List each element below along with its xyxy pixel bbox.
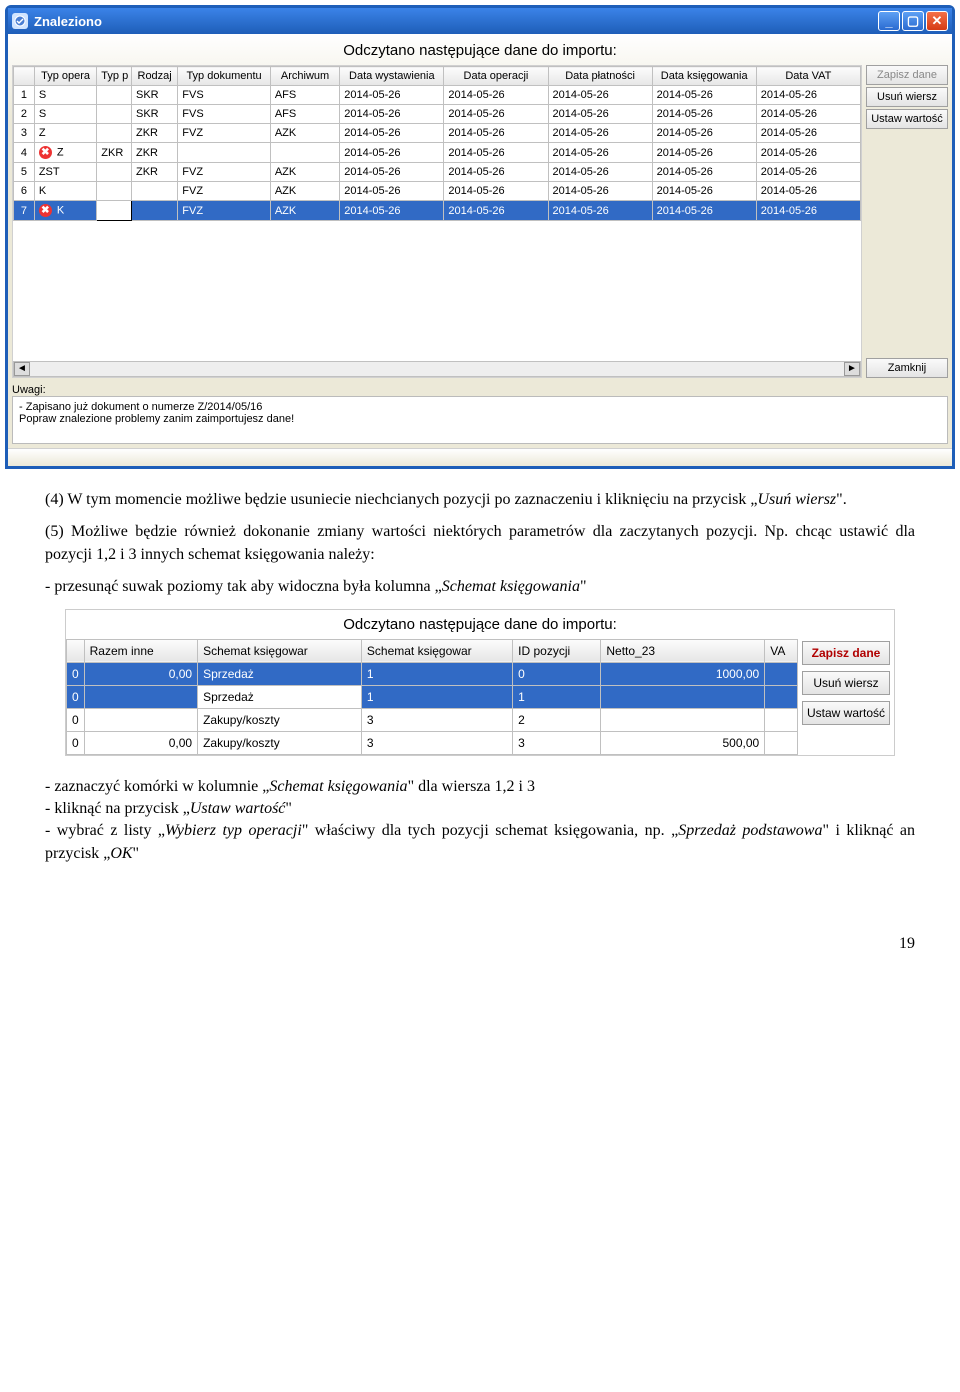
table-row[interactable]: 4✖ ZZKRZKR2014-05-262014-05-262014-05-26…	[14, 143, 861, 163]
save-data-button[interactable]: Zapisz dane	[802, 641, 890, 665]
import-grid[interactable]: Typ operaTyp pRodzajTyp dokumentuArchiwu…	[13, 66, 861, 221]
column-header[interactable]: Data księgowania	[652, 67, 756, 86]
document-text: (4) W tym momencie możliwe będzie usunie…	[5, 469, 955, 599]
column-header[interactable]: Data wystawienia	[340, 67, 444, 86]
column-header[interactable]: Razem inne	[84, 639, 197, 662]
column-header[interactable]: Schemat księgowar	[361, 639, 512, 662]
close-button[interactable]: ✕	[926, 11, 948, 31]
notes-line: Popraw znalezione problemy zanim zaimpor…	[19, 413, 941, 425]
delete-row-button[interactable]: Usuń wiersz	[802, 671, 890, 695]
column-header[interactable]	[14, 67, 35, 86]
column-header[interactable]: Archiwum	[270, 67, 339, 86]
table-row[interactable]: 7✖ KFVZAZK2014-05-262014-05-262014-05-26…	[14, 201, 861, 221]
section-title: Odczytano następujące dane do importu:	[12, 42, 948, 59]
column-header[interactable]: VA	[765, 639, 798, 662]
minimize-button[interactable]: _	[878, 11, 900, 31]
second-grid-panel: Odczytano następujące dane do importu: R…	[65, 609, 895, 756]
table-row[interactable]: 00,00Zakupy/koszty33500,00	[67, 731, 798, 754]
titlebar[interactable]: Znaleziono _ ▢ ✕	[8, 8, 952, 34]
table-row[interactable]: 0Zakupy/koszty32	[67, 708, 798, 731]
table-row[interactable]: 00,00Sprzedaż101000,00	[67, 662, 798, 685]
column-header[interactable]: Data operacji	[444, 67, 548, 86]
maximize-button[interactable]: ▢	[902, 11, 924, 31]
section-title: Odczytano następujące dane do importu:	[66, 610, 894, 639]
column-header[interactable]: Data płatności	[548, 67, 652, 86]
table-row[interactable]: 0Sprzedaż11	[67, 685, 798, 708]
scroll-right-arrow[interactable]: ►	[844, 362, 860, 376]
save-data-button[interactable]: Zapisz dane	[866, 65, 948, 85]
document-text: - zaznaczyć komórki w kolumnie „Schemat …	[5, 756, 955, 866]
column-header[interactable]: Schemat księgowar	[198, 639, 362, 662]
set-value-button[interactable]: Ustaw wartość	[802, 701, 890, 725]
schema-grid[interactable]: Razem inneSchemat księgowarSchemat księg…	[66, 639, 798, 755]
column-header[interactable]: Netto_23	[601, 639, 765, 662]
scroll-left-arrow[interactable]: ◄	[14, 362, 30, 376]
table-row[interactable]: 5ZSTZKRFVZAZK2014-05-262014-05-262014-05…	[14, 163, 861, 182]
notes-box: - Zapisano już dokument o numerze Z/2014…	[12, 396, 948, 444]
page-number: 19	[5, 875, 955, 963]
window-title: Znaleziono	[34, 14, 878, 29]
error-icon: ✖	[39, 146, 52, 159]
column-header[interactable]: Data VAT	[756, 67, 860, 86]
column-header[interactable]: Typ opera	[34, 67, 96, 86]
column-header[interactable]: Typ p	[97, 67, 132, 86]
error-icon: ✖	[39, 204, 52, 217]
set-value-button[interactable]: Ustaw wartość	[866, 109, 948, 129]
column-header[interactable]: ID pozycji	[513, 639, 601, 662]
statusbar	[8, 448, 952, 466]
table-row[interactable]: 3ZZKRFVZAZK2014-05-262014-05-262014-05-2…	[14, 124, 861, 143]
close-dialog-button[interactable]: Zamknij	[866, 358, 948, 378]
table-row[interactable]: 6KFVZAZK2014-05-262014-05-262014-05-2620…	[14, 182, 861, 201]
notes-line: - Zapisano już dokument o numerze Z/2014…	[19, 401, 941, 413]
column-header[interactable]: Rodzaj	[131, 67, 177, 86]
app-icon	[12, 13, 28, 29]
column-header[interactable]: Typ dokumentu	[178, 67, 271, 86]
horizontal-scrollbar[interactable]: ◄ ►	[13, 361, 861, 377]
notes-label: Uwagi:	[12, 384, 948, 396]
delete-row-button[interactable]: Usuń wiersz	[866, 87, 948, 107]
table-row[interactable]: 1SSKRFVSAFS2014-05-262014-05-262014-05-2…	[14, 86, 861, 105]
table-row[interactable]: 2SSKRFVSAFS2014-05-262014-05-262014-05-2…	[14, 105, 861, 124]
xp-window: Znaleziono _ ▢ ✕ Odczytano następujące d…	[5, 5, 955, 469]
